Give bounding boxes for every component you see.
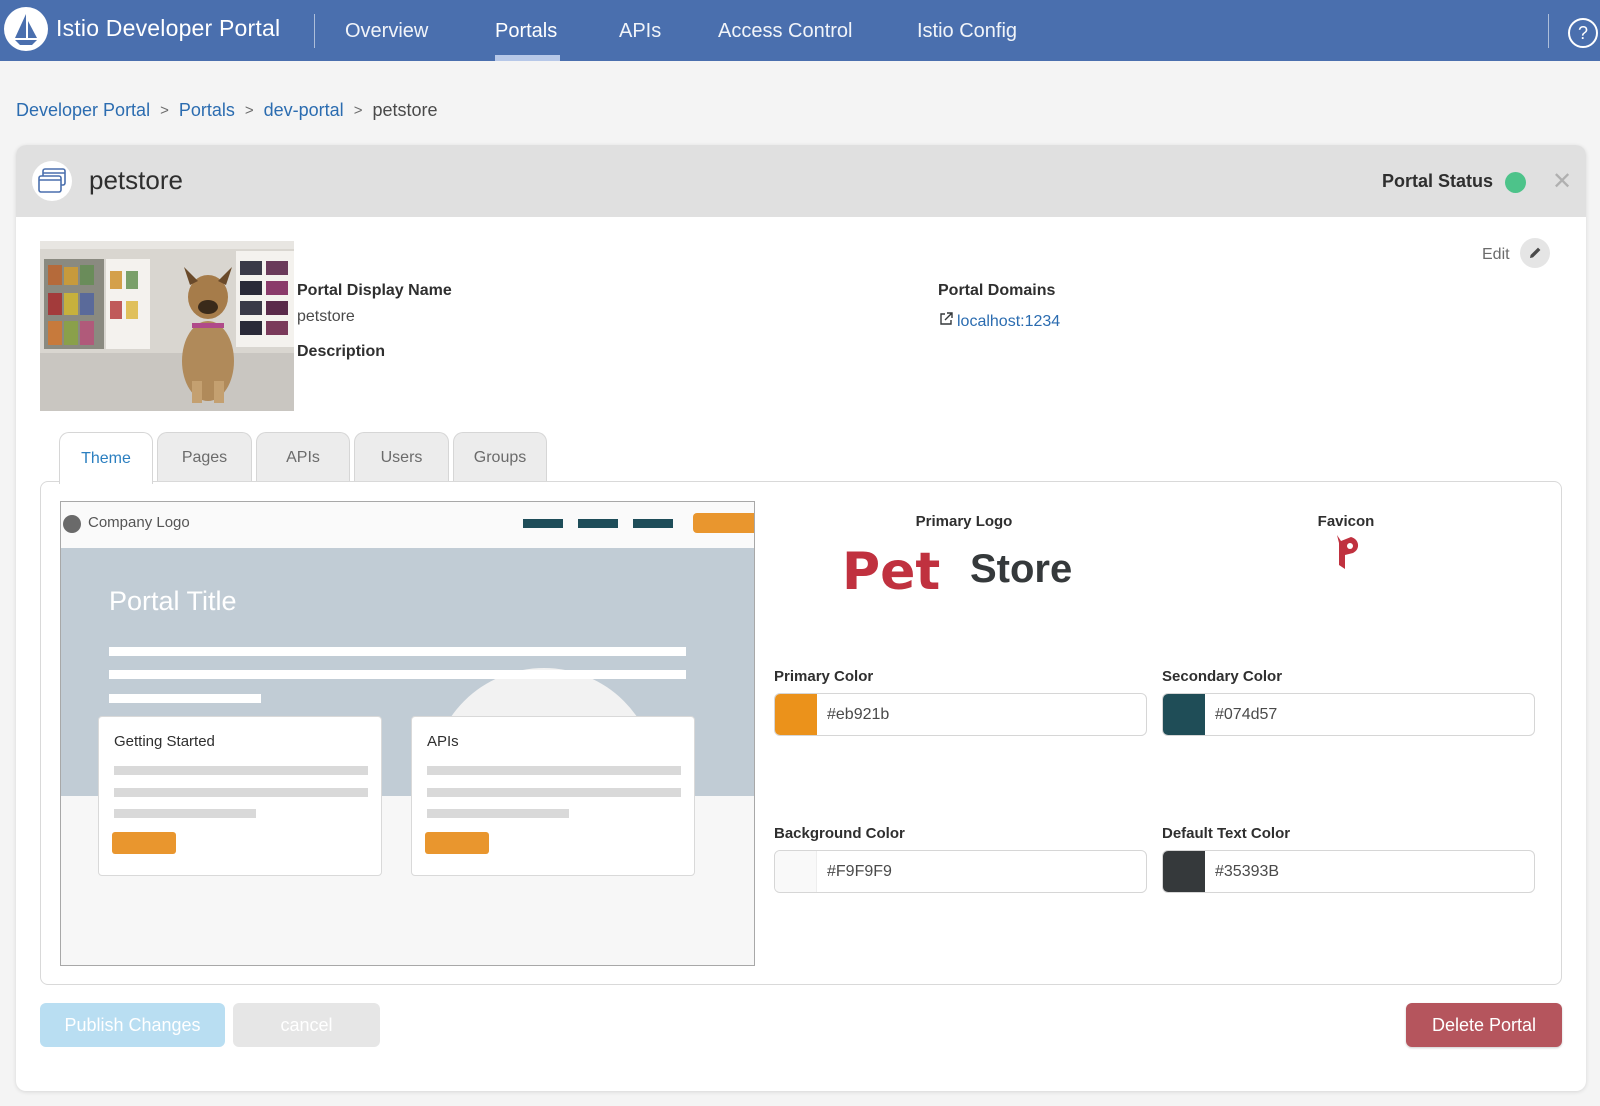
background-color-swatch[interactable] <box>775 851 817 892</box>
preview-card-line <box>427 809 569 818</box>
preview-company-logo: Company Logo <box>88 514 190 531</box>
preview-card-line <box>427 788 681 797</box>
breadcrumb-current: petstore <box>372 100 438 120</box>
preview-header: Company Logo <box>61 502 754 548</box>
text-color-label: Default Text Color <box>1162 825 1291 842</box>
tab-apis[interactable]: APIs <box>256 432 350 482</box>
preview-portal-title: Portal Title <box>109 586 237 616</box>
delete-portal-button[interactable]: Delete Portal <box>1406 1003 1562 1047</box>
edit-label[interactable]: Edit <box>1482 246 1510 264</box>
cancel-button[interactable]: cancel <box>233 1003 380 1047</box>
nav-divider <box>314 14 315 48</box>
primary-color-label: Primary Color <box>774 668 874 685</box>
portal-status-indicator <box>1505 172 1526 193</box>
breadcrumb-developer-portal[interactable]: Developer Portal <box>16 100 150 121</box>
secondary-color-input[interactable]: #074d57 <box>1162 693 1535 736</box>
preview-card-line <box>114 809 256 818</box>
text-color-value[interactable]: #35393B <box>1215 863 1279 881</box>
istio-logo-icon[interactable] <box>4 7 48 51</box>
preview-card-button <box>425 832 489 854</box>
tab-groups[interactable]: Groups <box>453 432 547 482</box>
preview-nav-item <box>578 519 618 528</box>
preview-text-line <box>109 694 261 703</box>
favicon-icon[interactable] <box>1331 531 1363 573</box>
text-color-swatch[interactable] <box>1163 851 1205 892</box>
description-label: Description <box>297 343 386 360</box>
portal-banner-image <box>40 241 294 411</box>
background-color-label: Background Color <box>774 825 905 842</box>
preview-nav-button <box>693 513 754 533</box>
portal-domains-label: Portal Domains <box>938 282 1056 299</box>
help-icon[interactable]: ? <box>1568 18 1598 48</box>
background-color-value[interactable]: #F9F9F9 <box>827 863 892 881</box>
portal-domain-text: localhost:1234 <box>957 312 1061 330</box>
nav-divider-right <box>1548 14 1549 48</box>
close-icon[interactable]: ✕ <box>1552 167 1572 196</box>
preview-card-getting-started: Getting Started <box>98 716 382 876</box>
display-name-value: petstore <box>297 308 355 325</box>
breadcrumb-separator: > <box>353 102 363 119</box>
nav-portals[interactable]: Portals <box>495 20 557 43</box>
preview-nav-item <box>523 519 563 528</box>
preview-card-line <box>114 788 368 797</box>
app-title[interactable]: Istio Developer Portal <box>56 15 280 42</box>
nav-istio-config[interactable]: Istio Config <box>917 20 1017 43</box>
nav-active-indicator <box>495 55 560 61</box>
pencil-icon[interactable] <box>1520 238 1550 268</box>
secondary-color-value[interactable]: #074d57 <box>1215 706 1277 724</box>
favicon-label: Favicon <box>1317 513 1375 530</box>
primary-color-value[interactable]: #eb921b <box>827 706 889 724</box>
display-name-label: Portal Display Name <box>297 282 452 299</box>
preview-card-line <box>427 766 681 775</box>
breadcrumb-portals[interactable]: Portals <box>179 100 235 121</box>
preview-card-title: APIs <box>427 733 459 750</box>
tab-theme[interactable]: Theme <box>59 432 153 484</box>
primary-logo-label: Primary Logo <box>915 513 1013 530</box>
preview-card-button <box>112 832 176 854</box>
secondary-color-swatch[interactable] <box>1163 694 1205 735</box>
card-header: petstore Portal Status ✕ <box>16 145 1586 217</box>
top-navbar: Istio Developer Portal Overview Portals … <box>0 0 1600 61</box>
breadcrumb: Developer Portal > Portals > dev-portal … <box>16 100 438 121</box>
nav-overview[interactable]: Overview <box>345 20 428 43</box>
primary-logo-image[interactable]: Pet Store <box>842 533 1102 603</box>
breadcrumb-separator: > <box>160 102 169 119</box>
text-color-input[interactable]: #35393B <box>1162 850 1535 893</box>
primary-color-swatch[interactable] <box>775 694 817 735</box>
preview-card-line <box>114 766 368 775</box>
logo-pet-text: Pet <box>842 542 940 602</box>
preview-text-line <box>109 670 686 679</box>
secondary-color-label: Secondary Color <box>1162 668 1283 685</box>
external-link-icon <box>938 311 954 332</box>
breadcrumb-dev-portal[interactable]: dev-portal <box>264 100 344 121</box>
primary-color-input[interactable]: #eb921b <box>774 693 1147 736</box>
preview-card-title: Getting Started <box>114 733 215 750</box>
nav-apis[interactable]: APIs <box>619 20 661 43</box>
portal-window-icon <box>32 161 72 201</box>
tab-pages[interactable]: Pages <box>157 432 252 482</box>
theme-preview: Company Logo Portal Title Getting Starte… <box>60 501 755 966</box>
portal-name-title: petstore <box>89 165 183 195</box>
portal-detail-card: petstore Portal Status ✕ Portal Display … <box>16 145 1586 1091</box>
background-color-input[interactable]: #F9F9F9 <box>774 850 1147 893</box>
preview-nav-item <box>633 519 673 528</box>
logo-store-text: Store <box>970 547 1072 591</box>
preview-card-apis: APIs <box>411 716 695 876</box>
publish-changes-button[interactable]: Publish Changes <box>40 1003 225 1047</box>
portal-status-label: Portal Status <box>1382 171 1494 191</box>
preview-text-line <box>109 647 686 656</box>
breadcrumb-separator: > <box>244 102 254 119</box>
preview-logo-icon <box>63 515 81 533</box>
portal-domain-link[interactable]: localhost:1234 <box>938 311 1060 332</box>
nav-access-control[interactable]: Access Control <box>718 20 853 43</box>
tab-users[interactable]: Users <box>354 432 449 482</box>
